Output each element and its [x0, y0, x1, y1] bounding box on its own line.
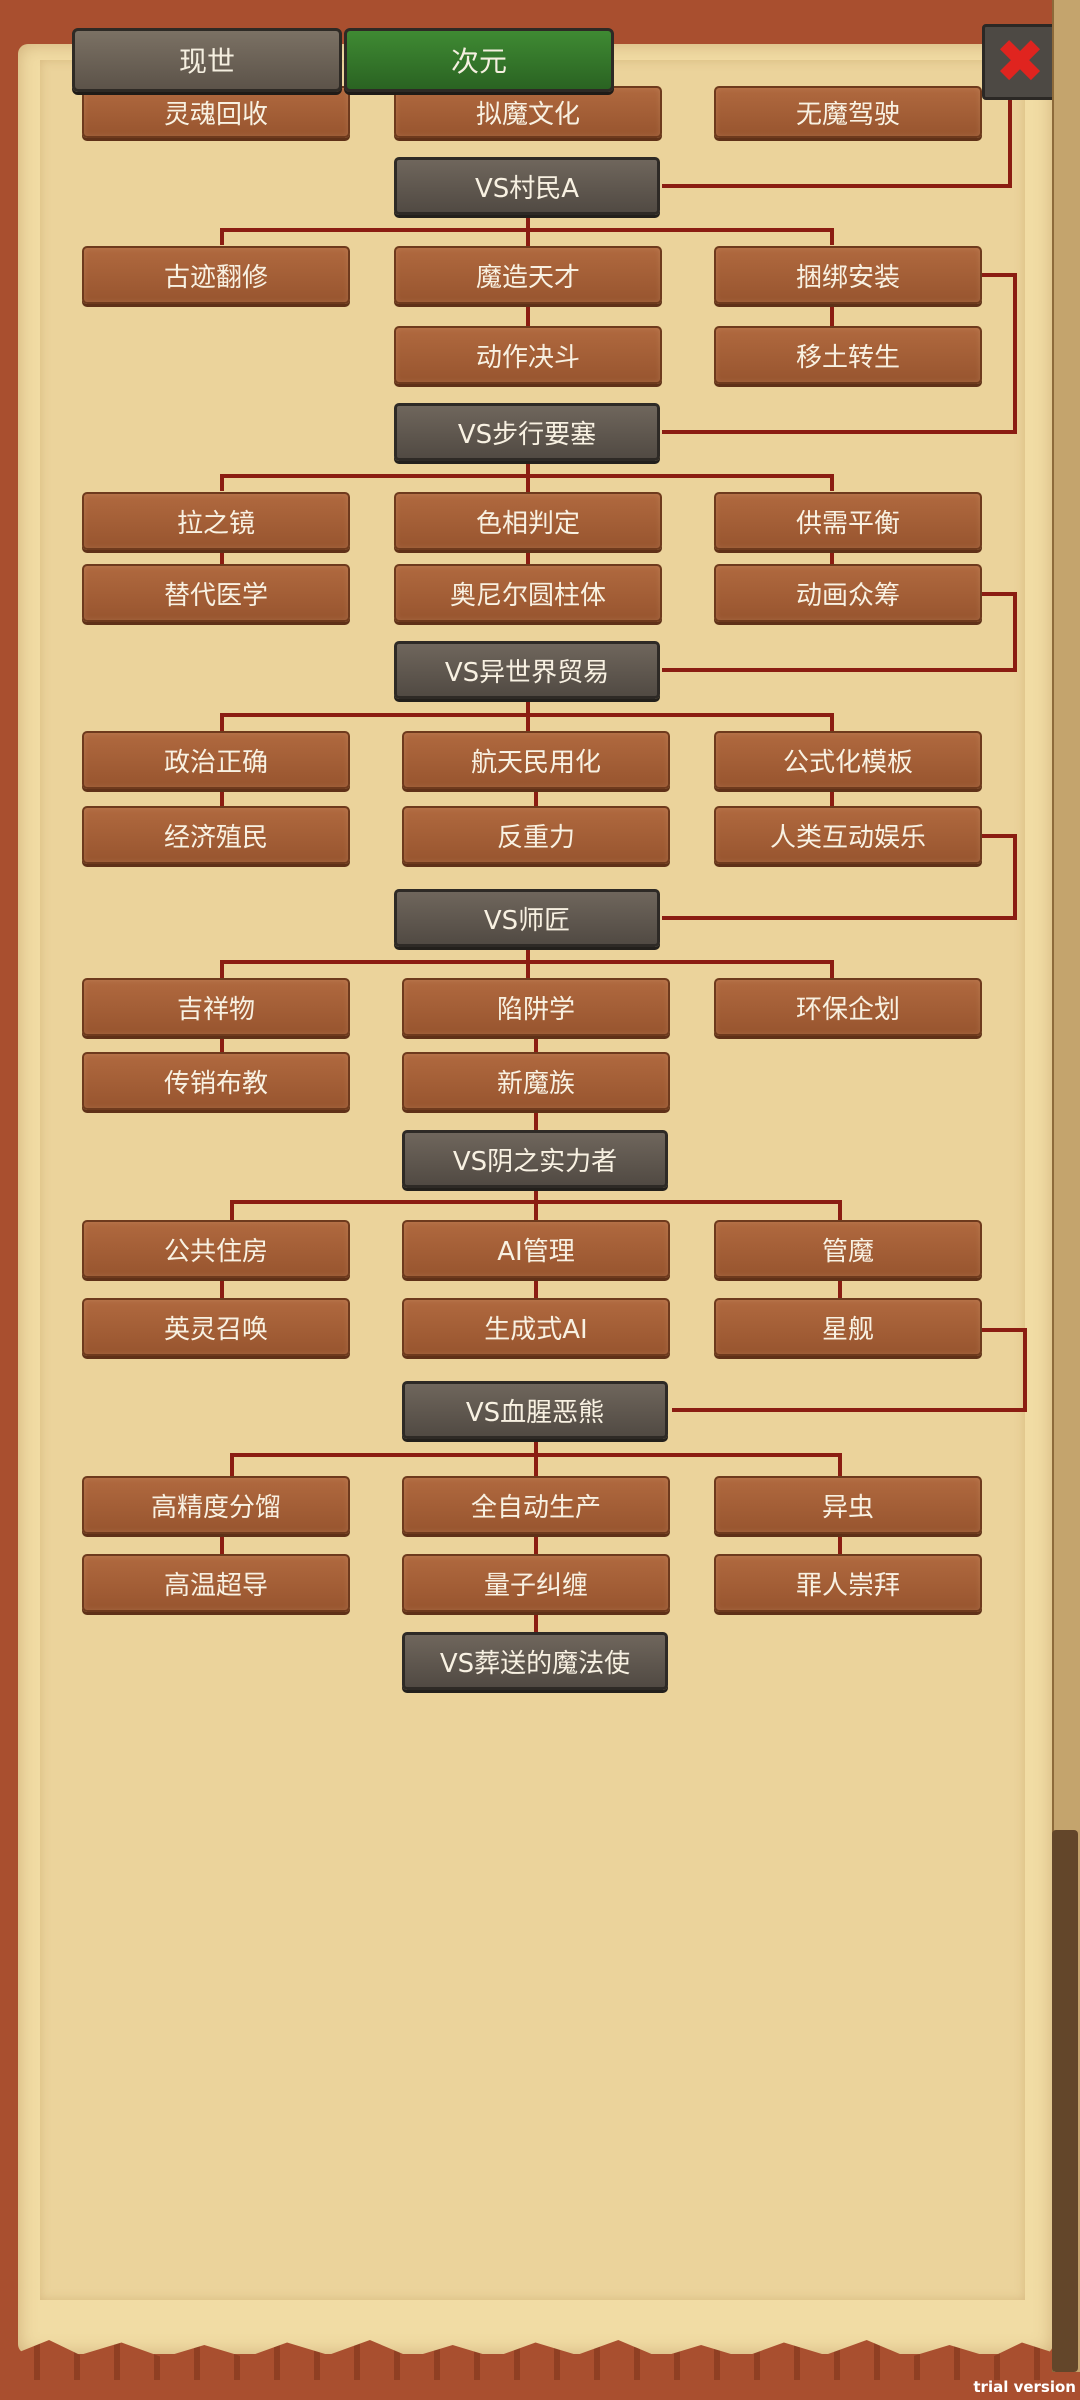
upgrade-node[interactable]: 公式化模板 [714, 731, 982, 789]
upgrade-node[interactable]: 英灵召唤 [82, 1298, 350, 1356]
upgrade-node[interactable]: 奥尼尔圆柱体 [394, 564, 662, 622]
upgrade-node[interactable]: 星舰 [714, 1298, 982, 1356]
upgrade-node[interactable]: 捆绑安装 [714, 246, 982, 304]
tab-real-world[interactable]: 现世 [72, 28, 342, 92]
boss-node-frieren[interactable]: VS葬送的魔法使 [402, 1632, 668, 1690]
upgrade-node[interactable]: 生成式AI [402, 1298, 670, 1356]
upgrade-node[interactable]: 量子纠缠 [402, 1554, 670, 1612]
upgrade-node[interactable]: 魔造天才 [394, 246, 662, 304]
upgrade-node[interactable]: 航天民用化 [402, 731, 670, 789]
upgrade-node[interactable]: 高精度分馏 [82, 1476, 350, 1534]
close-icon: ✖ [994, 27, 1046, 97]
upgrade-node[interactable]: 高温超导 [82, 1554, 350, 1612]
upgrade-node[interactable]: 陷阱学 [402, 978, 670, 1036]
upgrade-node[interactable]: 灵魂回收 [82, 86, 350, 138]
upgrade-node[interactable]: AI管理 [402, 1220, 670, 1278]
upgrade-node[interactable]: 拟魔文化 [394, 86, 662, 138]
tab-anime-dimension[interactable]: 次元 [344, 28, 614, 92]
boss-node-walking-fortress[interactable]: VS步行要塞 [394, 403, 660, 461]
boss-node-master[interactable]: VS师匠 [394, 889, 660, 947]
upgrade-node[interactable]: 人类互动娱乐 [714, 806, 982, 864]
close-button[interactable]: ✖ [982, 24, 1058, 100]
upgrade-node[interactable]: 罪人崇拜 [714, 1554, 982, 1612]
boss-node-bloody-bear[interactable]: VS血腥恶熊 [402, 1381, 668, 1439]
upgrade-node[interactable]: 供需平衡 [714, 492, 982, 550]
upgrade-node[interactable]: 色相判定 [394, 492, 662, 550]
upgrade-node[interactable]: 政治正确 [82, 731, 350, 789]
upgrade-node[interactable]: 反重力 [402, 806, 670, 864]
upgrade-node[interactable]: 动画众筹 [714, 564, 982, 622]
upgrade-node[interactable]: 经济殖民 [82, 806, 350, 864]
upgrade-node[interactable]: 吉祥物 [82, 978, 350, 1036]
upgrade-node[interactable]: 全自动生产 [402, 1476, 670, 1534]
game-screen: 灵魂回收 拟魔文化 无魔驾驶 现世 次元 ✖ VS村民A 古迹翻修 魔造天才 捆… [0, 0, 1080, 2400]
upgrade-node[interactable]: 替代医学 [82, 564, 350, 622]
upgrade-node[interactable]: 公共住房 [82, 1220, 350, 1278]
boss-node-villager-a[interactable]: VS村民A [394, 157, 660, 215]
upgrade-node[interactable]: 新魔族 [402, 1052, 670, 1110]
trial-watermark: trial version [973, 2378, 1076, 2396]
boss-node-shadow[interactable]: VS阴之实力者 [402, 1130, 668, 1188]
upgrade-node[interactable]: 移土转生 [714, 326, 982, 384]
upgrade-node[interactable]: 管魔 [714, 1220, 982, 1278]
scrollbar-thumb[interactable] [1052, 1830, 1078, 2372]
upgrade-node[interactable]: 拉之镜 [82, 492, 350, 550]
upgrade-node[interactable]: 环保企划 [714, 978, 982, 1036]
boss-node-isekai-trade[interactable]: VS异世界贸易 [394, 641, 660, 699]
upgrade-node[interactable]: 异虫 [714, 1476, 982, 1534]
upgrade-node[interactable]: 古迹翻修 [82, 246, 350, 304]
upgrade-node[interactable]: 动作决斗 [394, 326, 662, 384]
upgrade-node[interactable]: 无魔驾驶 [714, 86, 982, 138]
upgrade-node[interactable]: 传销布教 [82, 1052, 350, 1110]
